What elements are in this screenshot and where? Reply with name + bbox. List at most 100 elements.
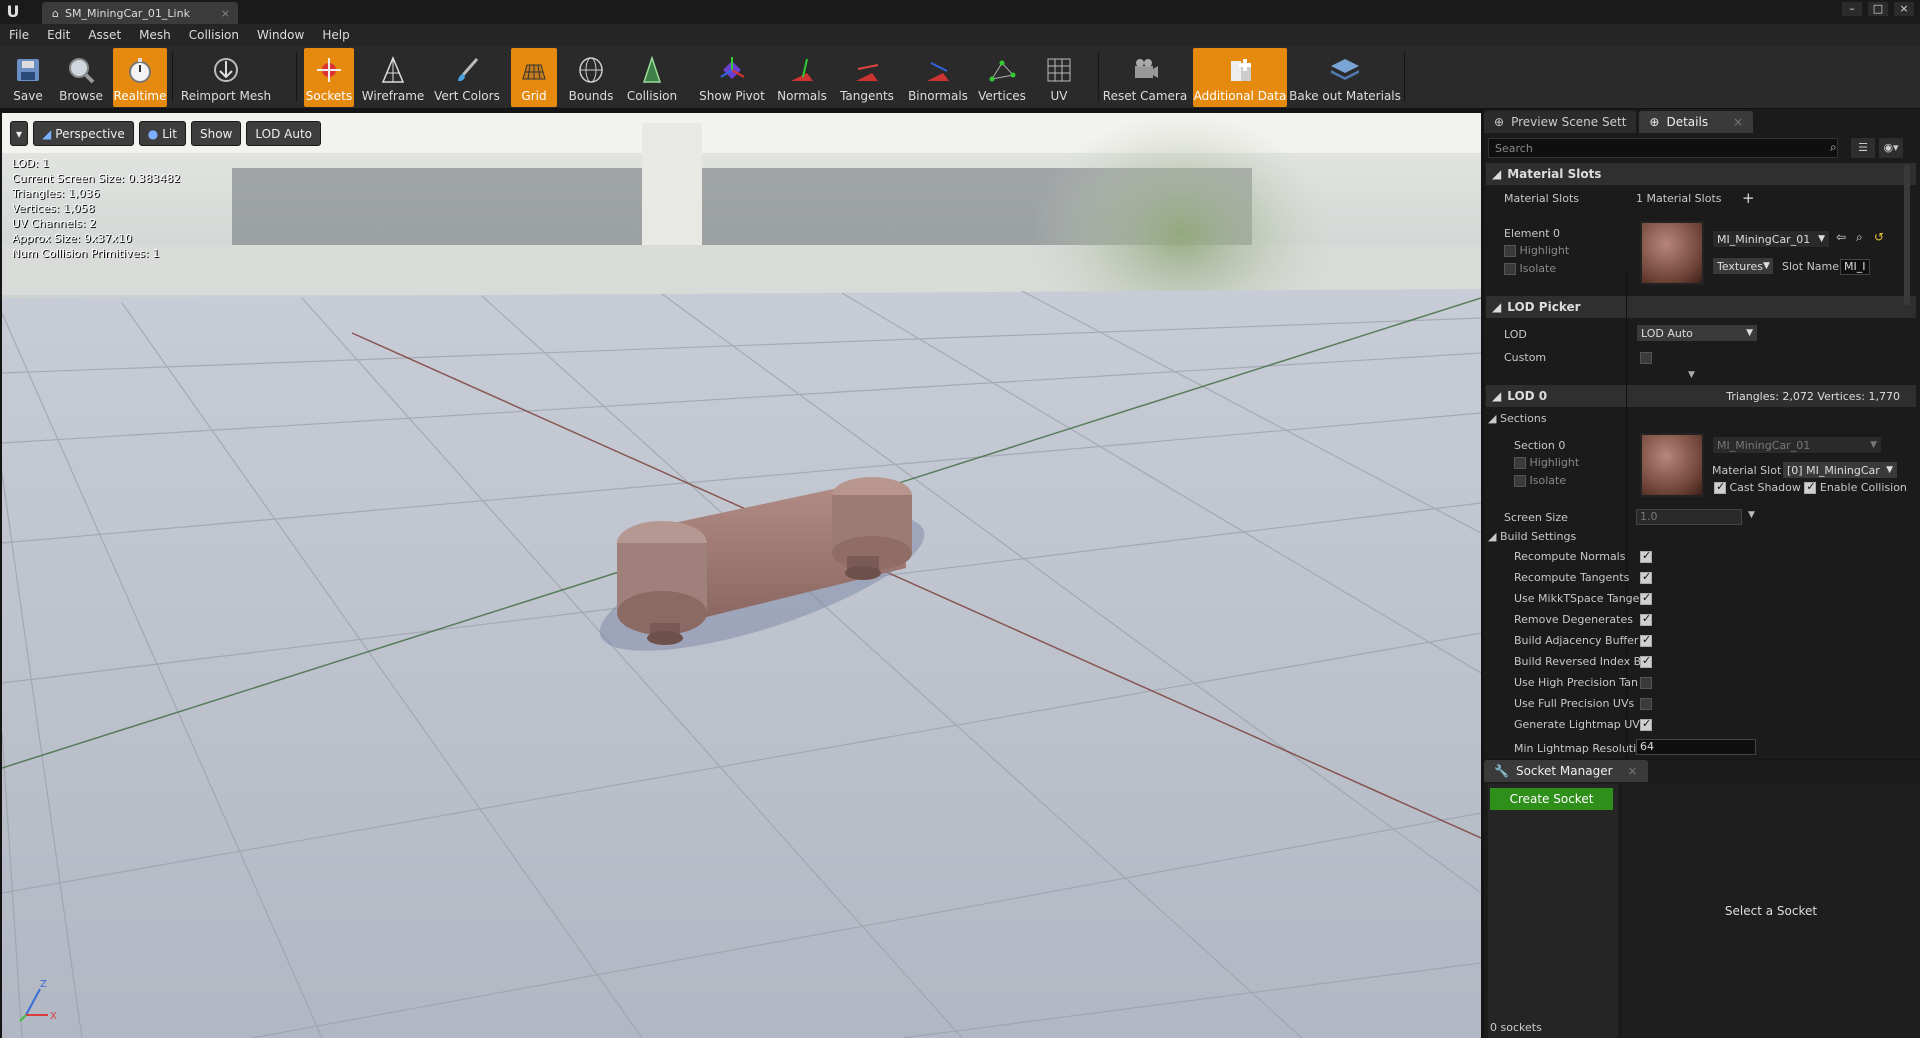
- chevron-down-icon: ▼: [1870, 440, 1877, 450]
- build-setting-checkbox[interactable]: [1640, 654, 1652, 668]
- minimize-icon[interactable]: –: [1842, 2, 1862, 16]
- build-setting-checkbox[interactable]: [1640, 633, 1652, 647]
- build-setting-label: Build Adjacency Buffer: [1514, 634, 1639, 647]
- textures-dropdown[interactable]: Textures ▼: [1712, 257, 1774, 275]
- tab-socket-manager[interactable]: 🔧 Socket Manager ×: [1484, 760, 1648, 782]
- menu-asset[interactable]: Asset: [79, 28, 130, 42]
- section-isolate-checkbox[interactable]: [1514, 475, 1526, 487]
- viewport[interactable]: ▾ ◢ Perspective ● Lit Show LOD Auto LOD: 1…: [2, 113, 1481, 1038]
- lit-button[interactable]: ● Lit: [138, 121, 186, 146]
- socket-list[interactable]: 0 sockets: [1488, 784, 1618, 1038]
- category-lod-0[interactable]: ◢ LOD 0 Triangles: 2,072 Vertices: 1,770: [1486, 385, 1916, 407]
- menu-window[interactable]: Window: [248, 28, 313, 42]
- maximize-icon[interactable]: □: [1868, 2, 1888, 16]
- realtime-button[interactable]: Realtime: [113, 48, 167, 107]
- tab-preview-scene-settings[interactable]: ⊕ Preview Scene Sett: [1484, 111, 1637, 133]
- material-slot-dropdown[interactable]: [0] MI_MiningCar ▼: [1782, 461, 1898, 479]
- uv-toggle[interactable]: UV: [1034, 48, 1084, 107]
- save-icon: [11, 54, 45, 86]
- menu-edit[interactable]: Edit: [38, 28, 79, 42]
- pivot-icon: [715, 54, 749, 86]
- cast-shadow-checkbox[interactable]: [1714, 480, 1726, 494]
- grid-toggle[interactable]: Grid: [511, 48, 557, 107]
- scene-background: [2, 113, 1481, 1038]
- vert-colors-toggle[interactable]: Vert Colors: [432, 48, 502, 107]
- use-selected-arrow-icon[interactable]: ⇦: [1836, 230, 1846, 244]
- isolate-checkbox[interactable]: [1504, 263, 1516, 275]
- build-setting-checkbox[interactable]: [1640, 717, 1652, 731]
- menu-collision[interactable]: Collision: [180, 28, 248, 42]
- build-setting-checkbox[interactable]: [1640, 677, 1652, 689]
- details-scrollbar[interactable]: [1904, 165, 1910, 305]
- section-material-thumbnail[interactable]: [1640, 433, 1704, 497]
- bounds-toggle[interactable]: Bounds: [565, 48, 617, 107]
- enable-collision-checkbox[interactable]: [1804, 480, 1817, 494]
- details-search-input[interactable]: Search: [1488, 138, 1838, 158]
- additional-data-icon: [1223, 54, 1257, 86]
- viewport-options-dropdown[interactable]: ▾: [10, 121, 29, 146]
- collision-toggle[interactable]: Collision: [623, 48, 681, 107]
- expand-more-icon[interactable]: ▼: [1688, 370, 1695, 380]
- tangents-toggle[interactable]: Tangents: [836, 48, 898, 107]
- build-setting-checkbox[interactable]: [1640, 549, 1652, 563]
- show-button[interactable]: Show: [190, 121, 242, 146]
- close-tab-icon[interactable]: ×: [1628, 764, 1638, 778]
- browse-button[interactable]: Browse: [56, 48, 106, 107]
- menu-file[interactable]: File: [0, 28, 38, 42]
- unreal-logo-icon[interactable]: U: [3, 2, 23, 22]
- save-button[interactable]: Save: [6, 48, 50, 107]
- bake-out-materials-button[interactable]: Bake out Materials: [1289, 48, 1401, 107]
- eye-icon[interactable]: ◉▾: [1879, 138, 1903, 158]
- build-setting-checkbox[interactable]: [1640, 570, 1652, 584]
- list-view-icon[interactable]: ☰: [1851, 138, 1875, 158]
- menu-help[interactable]: Help: [313, 28, 358, 42]
- build-setting-checkbox[interactable]: [1640, 698, 1652, 710]
- expand-arrow-icon[interactable]: ◢: [1488, 412, 1496, 425]
- create-socket-button[interactable]: Create Socket: [1490, 788, 1613, 810]
- sockets-toggle[interactable]: Sockets: [304, 48, 354, 107]
- expand-arrow-icon: ◢: [1492, 389, 1502, 403]
- toolbar-separator: [1404, 52, 1405, 102]
- close-window-icon[interactable]: ×: [1894, 2, 1914, 16]
- build-setting-checkbox[interactable]: [1640, 591, 1652, 605]
- camera-icon: [1128, 54, 1162, 86]
- perspective-button[interactable]: ◢ Perspective: [33, 121, 134, 146]
- browse-search-icon[interactable]: ⌕: [1856, 230, 1863, 245]
- add-material-slot-icon[interactable]: +: [1742, 189, 1755, 207]
- highlight-checkbox[interactable]: [1504, 245, 1516, 257]
- material-picker[interactable]: MI_MiningCar_01 ▼: [1712, 230, 1830, 248]
- menu-mesh[interactable]: Mesh: [130, 28, 180, 42]
- category-lod-picker[interactable]: ◢ LOD Picker: [1486, 296, 1916, 318]
- document-tab[interactable]: ⌂ SM_MiningCar_01_Link ×: [42, 2, 238, 24]
- reimport-mesh-button[interactable]: Reimport Mesh: [180, 48, 272, 107]
- paintbrush-icon: [450, 54, 484, 86]
- chevron-down-icon: ▼: [1746, 328, 1753, 338]
- material-thumbnail[interactable]: [1640, 221, 1704, 285]
- min-lightmap-resolution-input[interactable]: 64: [1636, 739, 1756, 755]
- lod-dropdown[interactable]: LOD Auto ▼: [1636, 324, 1758, 342]
- close-tab-icon[interactable]: ×: [221, 7, 230, 20]
- build-setting-checkbox[interactable]: [1640, 612, 1652, 626]
- additional-data-button[interactable]: Additional Data: [1193, 48, 1287, 107]
- category-material-slots[interactable]: ◢ Material Slots: [1486, 163, 1916, 185]
- section-highlight-checkbox[interactable]: [1514, 457, 1526, 469]
- grid-icon: [517, 54, 551, 86]
- normals-toggle[interactable]: Normals: [774, 48, 830, 107]
- expand-arrow-icon[interactable]: ◢: [1488, 530, 1496, 543]
- vertices-toggle[interactable]: Vertices: [976, 48, 1028, 107]
- toolbar-separator: [1098, 52, 1099, 102]
- lod-button[interactable]: LOD Auto: [246, 121, 321, 146]
- reset-camera-button[interactable]: Reset Camera: [1103, 48, 1187, 107]
- binormals-toggle[interactable]: Binormals: [906, 48, 970, 107]
- close-tab-icon[interactable]: ×: [1733, 115, 1743, 129]
- custom-lod-checkbox[interactable]: [1640, 352, 1652, 364]
- show-pivot-toggle[interactable]: Show Pivot: [696, 48, 768, 107]
- wireframe-toggle[interactable]: Wireframe: [362, 48, 424, 107]
- search-icon[interactable]: ⌕: [1830, 140, 1837, 155]
- stopwatch-icon: [123, 54, 157, 86]
- reset-arrow-icon[interactable]: ↺: [1874, 230, 1884, 244]
- screen-size-dropdown-icon[interactable]: ▼: [1748, 510, 1755, 520]
- slot-name-input[interactable]: MI_I: [1840, 259, 1870, 275]
- tab-details[interactable]: ⊕ Details ×: [1639, 111, 1754, 133]
- vertices-icon: [985, 54, 1019, 86]
